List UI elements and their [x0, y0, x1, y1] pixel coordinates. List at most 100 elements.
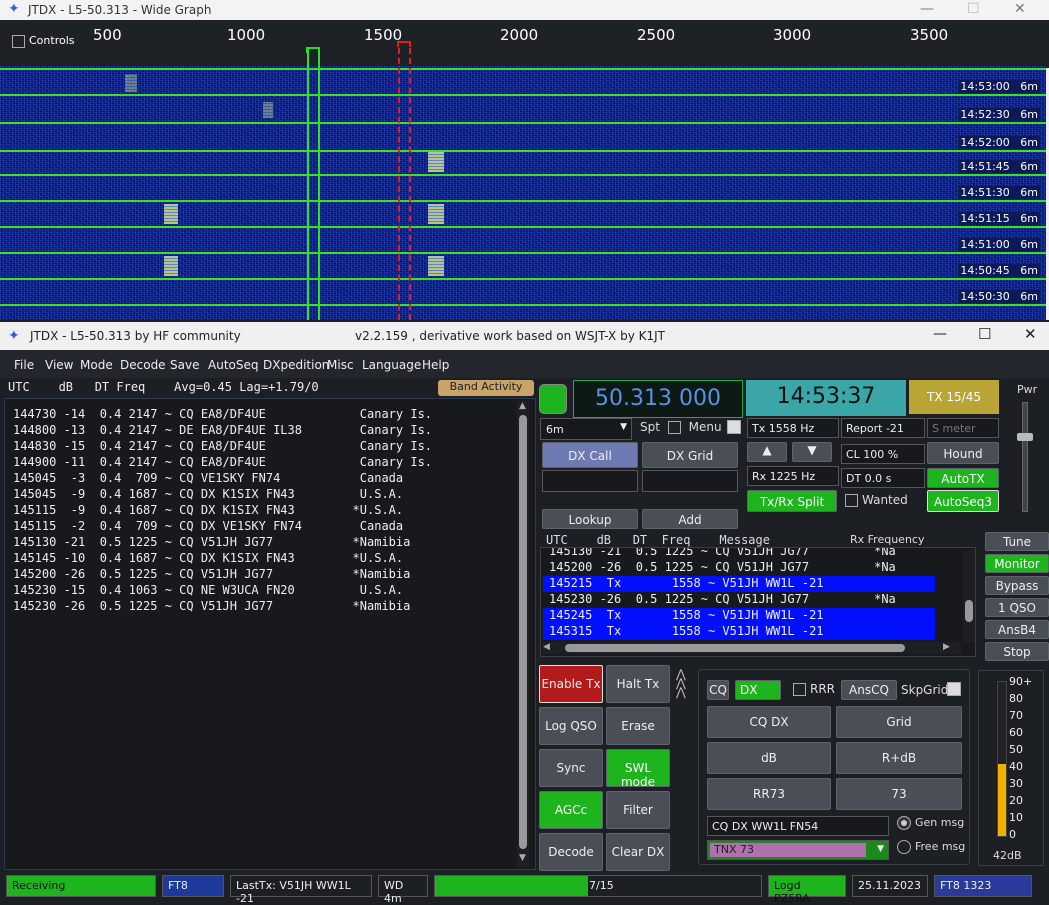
dx-grid-input[interactable] — [642, 470, 738, 492]
decode-row[interactable]: 145230 -15 0.4 1063 ~ CQ NE W3UCA FN20 U… — [13, 583, 403, 597]
bypass-button[interactable]: Bypass — [985, 576, 1049, 595]
tx-rx-split-button[interactable]: Tx/Rx Split — [747, 490, 837, 512]
wanted-checkbox[interactable]: Wanted — [845, 493, 908, 507]
menu-decode[interactable]: Decode — [120, 358, 166, 372]
freq-down-button[interactable]: ▼ — [792, 442, 832, 462]
rx-frequency-list[interactable]: 145130 -21 0.5 1225 ~ CQ V51JH JG77 *Na … — [540, 547, 976, 657]
menu-mode[interactable]: Mode — [80, 358, 113, 372]
rx-row-tx[interactable]: 145315 Tx 1558 ~ V51JH WW1L -21 — [543, 624, 935, 640]
waterfall-display[interactable]: 14:53:00 6m 14:52:30 6m 14:52:00 6m 14:5… — [0, 66, 1046, 320]
cl-spinbox[interactable]: CL 100 % — [841, 444, 925, 464]
decode-row[interactable]: 145130 -21 0.5 1225 ~ CQ V51JH JG77 *Nam… — [13, 535, 410, 549]
rx-frequency-spinbox[interactable]: Rx 1225 Hz — [747, 466, 839, 486]
rx-row[interactable]: 145230 -26 0.5 1225 ~ CQ V51JH JG77 *Na — [543, 592, 935, 608]
add-button[interactable]: Add — [642, 509, 738, 529]
dx-grid-button[interactable]: DX Grid — [642, 442, 738, 468]
freq-up-button[interactable]: ▲ — [747, 442, 787, 462]
controls-checkbox[interactable]: Controls — [12, 34, 75, 48]
dial-frequency[interactable]: 50.313 000 — [573, 380, 743, 418]
menu-misc[interactable]: Misc — [327, 358, 354, 372]
decode-scrollbar[interactable]: ▲ ▼ — [517, 401, 529, 867]
pwr-slider[interactable] — [1017, 402, 1033, 512]
menu-help[interactable]: Help — [422, 358, 449, 372]
menu-dxpedition[interactable]: DXpedition — [263, 358, 329, 372]
dt-spinbox[interactable]: DT 0.0 s — [841, 468, 925, 488]
rrr-checkbox[interactable]: RRR — [793, 682, 835, 696]
rx-hscrollbar[interactable]: ◀ ▶ — [543, 642, 961, 654]
rx-row[interactable]: 145130 -21 0.5 1225 ~ CQ V51JH JG77 *Na — [543, 548, 935, 560]
tx-frequency-marker[interactable] — [397, 41, 411, 47]
decode-row[interactable]: 144730 -14 0.4 2147 ~ CQ EA8/DF4UE Canar… — [13, 407, 432, 421]
menu-save[interactable]: Save — [170, 358, 199, 372]
agcc-button[interactable]: AGCc — [539, 791, 603, 829]
decode-row[interactable]: 144900 -11 0.4 2147 ~ CQ EA8/DF4UE Canar… — [13, 455, 432, 469]
dx-button[interactable]: DX — [735, 680, 781, 700]
frequency-scale[interactable]: Controls 500 1000 1500 2000 2500 3000 35… — [0, 20, 1049, 68]
sync-button[interactable]: Sync — [539, 749, 603, 787]
one-qso-button[interactable]: 1 QSO — [985, 598, 1049, 617]
rx-row-tx[interactable]: 145215 Tx 1558 ~ V51JH WW1L -21 — [543, 576, 935, 592]
decode-row[interactable]: 145045 -3 0.4 709 ~ CQ VE1SKY FN74 Canad… — [13, 471, 403, 485]
grid-message-button[interactable]: Grid — [836, 706, 962, 738]
free-msg-radio[interactable]: Free msg — [897, 840, 965, 854]
cq-button[interactable]: CQ — [707, 680, 729, 700]
spt-checkbox[interactable] — [667, 421, 681, 434]
monitor-button[interactable]: Monitor — [985, 554, 1049, 573]
report-spinbox[interactable]: Report -21 — [841, 418, 925, 438]
rx-vscrollbar[interactable] — [963, 550, 975, 642]
rr73-message-button[interactable]: RR73 — [707, 778, 831, 810]
band-select[interactable]: 6m ▼ — [540, 418, 632, 440]
band-activity-label[interactable]: Band Activity — [438, 380, 534, 396]
minimize-icon[interactable]: — — [933, 326, 947, 342]
decode-row[interactable]: 144800 -13 0.4 2147 ~ DE EA8/DF4UE IL38 … — [13, 423, 432, 437]
log-qso-button[interactable]: Log QSO — [539, 707, 603, 745]
free-message-combo[interactable]: TNX 73 ▼ — [707, 840, 889, 860]
decode-button[interactable]: Decode — [539, 833, 603, 871]
rx-row-tx[interactable]: 145245 Tx 1558 ~ V51JH WW1L -21 — [543, 608, 935, 624]
scroll-down-icon[interactable]: ▼ — [519, 853, 526, 863]
menu-autoseq[interactable]: AutoSeq — [208, 358, 258, 372]
scroll-thumb[interactable] — [565, 644, 905, 652]
halt-tx-button[interactable]: Halt Tx — [606, 665, 670, 703]
autotx-button[interactable]: AutoTX — [927, 468, 999, 488]
decode-row[interactable]: 145200 -26 0.5 1225 ~ CQ V51JH JG77 *Nam… — [13, 567, 410, 581]
swap-arrows-icon[interactable]: ⋀ ⋀ ⋀ — [676, 668, 686, 698]
clear-dx-button[interactable]: Clear DX — [606, 833, 670, 871]
decode-row[interactable]: 145145 -10 0.4 1687 ~ CQ DX K1SIX FN43 *… — [13, 551, 403, 565]
close-icon[interactable]: ✕ — [1014, 1, 1026, 17]
gen-message-input[interactable]: CQ DX WW1L FN54 — [707, 816, 889, 836]
scroll-thumb[interactable] — [965, 600, 973, 622]
tx-period-button[interactable]: TX 15/45 — [909, 380, 999, 414]
skpgrid-checkbox[interactable] — [947, 682, 961, 696]
autoseq3-button[interactable]: AutoSeq3 — [927, 490, 999, 512]
decode-row[interactable]: 145115 -2 0.4 709 ~ CQ DX VE1SKY FN74 Ca… — [13, 519, 403, 533]
anscq-button[interactable]: AnsCQ — [841, 680, 897, 700]
tx-frequency-spinbox[interactable]: Tx 1558 Hz — [747, 418, 839, 438]
scroll-left-icon[interactable]: ◀ — [543, 642, 550, 652]
decode-row[interactable]: 145115 -9 0.4 1687 ~ CQ DX K1SIX FN43 *U… — [13, 503, 403, 517]
enable-tx-button[interactable]: Enable Tx — [539, 665, 603, 703]
rx-row[interactable]: 145200 -26 0.5 1225 ~ CQ V51JH JG77 *Na — [543, 560, 935, 576]
ansb4-button[interactable]: AnsB4 — [985, 620, 1049, 639]
scroll-up-icon[interactable]: ▲ — [519, 401, 526, 411]
menu-file[interactable]: File — [14, 358, 34, 372]
dx-call-button[interactable]: DX Call — [542, 442, 638, 468]
stop-button[interactable]: Stop — [985, 642, 1049, 661]
band-activity-list[interactable]: 144730 -14 0.4 2147 ~ CQ EA8/DF4UE Canar… — [4, 398, 536, 870]
cq-dx-message-button[interactable]: CQ DX — [707, 706, 831, 738]
pwr-slider-handle[interactable] — [1017, 433, 1033, 441]
erase-button[interactable]: Erase — [606, 707, 670, 745]
decode-row[interactable]: 145230 -26 0.5 1225 ~ CQ V51JH JG77 *Nam… — [13, 599, 410, 613]
close-icon[interactable]: ✕ — [1024, 325, 1037, 343]
menu-language[interactable]: Language — [362, 358, 421, 372]
73-message-button[interactable]: 73 — [836, 778, 962, 810]
scroll-right-icon[interactable]: ▶ — [943, 642, 950, 652]
swl-mode-button[interactable]: SWL mode — [606, 749, 670, 789]
dx-call-input[interactable] — [542, 470, 638, 492]
maximize-icon[interactable]: ☐ — [967, 1, 980, 17]
minimize-icon[interactable]: — — [920, 1, 934, 17]
decode-row[interactable]: 144830 -15 0.4 2147 ~ CQ EA8/DF4UE Canar… — [13, 439, 432, 453]
menu-view[interactable]: View — [45, 358, 73, 372]
lookup-button[interactable]: Lookup — [542, 509, 638, 529]
menu-checkbox[interactable] — [727, 420, 741, 434]
